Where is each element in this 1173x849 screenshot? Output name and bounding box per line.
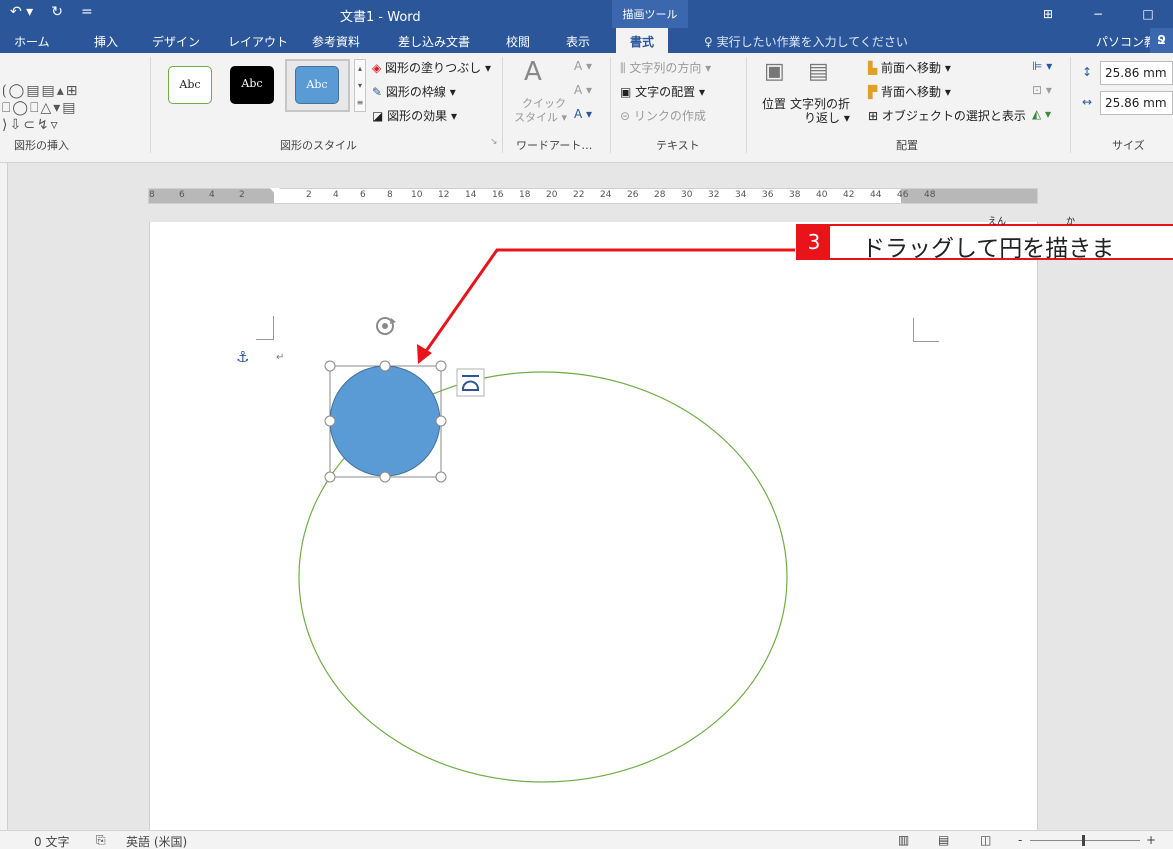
resize-handle[interactable] (435, 471, 447, 483)
web-layout-icon[interactable]: ◫ (980, 833, 991, 847)
zoom-slider-thumb[interactable] (1082, 835, 1085, 846)
print-layout-icon[interactable]: ▤ (938, 833, 949, 847)
zoom-out-button[interactable]: - (1018, 833, 1022, 847)
resize-handle[interactable] (379, 471, 391, 483)
layout-options-icon[interactable] (456, 368, 485, 397)
status-bar: 0 文字 ⎘ 英語 (米国) ▥ ▤ ◫ - + (0, 830, 1173, 849)
furigana-ka: か (1066, 217, 1076, 227)
instruction-text: ドラッグして円を描きま (862, 236, 1115, 262)
anchor-icon: ⚓ (236, 348, 249, 366)
zoom-in-button[interactable]: + (1146, 833, 1156, 847)
proofing-icon[interactable]: ⎘ (96, 833, 106, 848)
language-status[interactable]: 英語 (米国) (126, 833, 187, 849)
drawn-circle-shape[interactable] (329, 365, 441, 477)
zoom-slider-track[interactable] (1030, 840, 1140, 841)
resize-handle[interactable] (435, 360, 447, 372)
resize-handle[interactable] (435, 415, 447, 427)
word-count[interactable]: 0 文字 (34, 833, 69, 849)
instruction-callout: 3 ドラッグして円を描きま えん か (796, 217, 1173, 262)
resize-handle[interactable] (324, 360, 336, 372)
furigana-en: えん (988, 217, 1007, 227)
callout-arrow (417, 248, 795, 364)
resize-handle[interactable] (324, 415, 336, 427)
drawing-layer: ⚓ ↵ (236, 248, 795, 783)
read-mode-icon[interactable]: ▥ (898, 833, 909, 847)
resize-handle[interactable] (379, 360, 391, 372)
rotate-handle-icon[interactable] (376, 317, 396, 335)
step-number-badge: 3 (798, 226, 830, 258)
resize-handle[interactable] (324, 471, 336, 483)
paragraph-mark-icon: ↵ (276, 352, 284, 363)
svg-text:⚓: ⚓ (236, 348, 249, 366)
